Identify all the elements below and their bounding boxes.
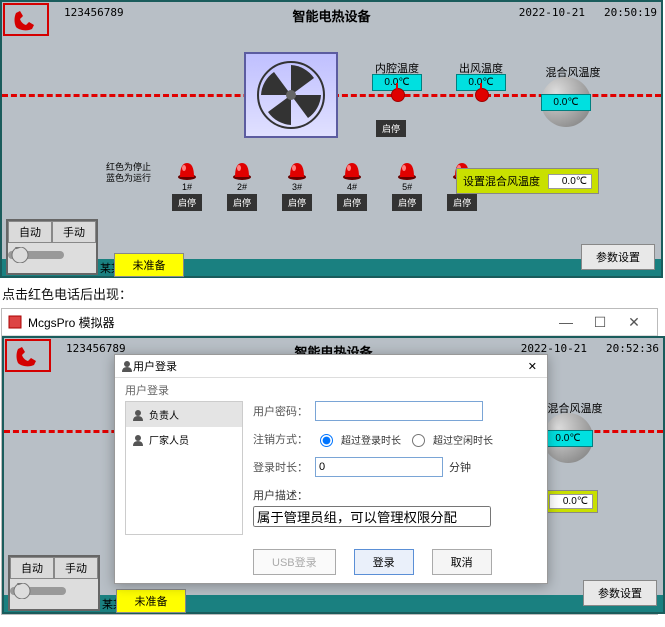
mode-switch-icon[interactable] bbox=[10, 583, 66, 599]
heater-row: 1#启停2#启停3#启停4#启停5#启停6#启停 bbox=[172, 160, 477, 211]
siren-icon bbox=[397, 160, 417, 180]
footer-bar: 某某有限公司 bbox=[4, 595, 663, 612]
param-settings-button[interactable]: 参数设置 bbox=[581, 244, 655, 270]
siren-icon bbox=[287, 160, 307, 180]
mode-manual-tab[interactable]: 手动 bbox=[52, 221, 96, 243]
password-label: 用户密码： bbox=[253, 403, 309, 419]
set-mix-temp-panel: 0.0℃ bbox=[544, 490, 598, 513]
inner-temp-knob-icon bbox=[391, 88, 405, 102]
siren-icon bbox=[232, 160, 252, 180]
mix-gauge-icon: 0.0℃ bbox=[541, 77, 591, 127]
phone-button[interactable] bbox=[5, 339, 51, 372]
heater-label: 4# bbox=[347, 182, 357, 192]
heater-label: 1# bbox=[182, 182, 192, 192]
user-role-item[interactable]: 厂家人员 bbox=[126, 427, 242, 452]
user-role-label: 负责人 bbox=[149, 407, 179, 422]
heater-unit-3: 3# 启停 bbox=[282, 160, 312, 211]
heater-label: 2# bbox=[237, 182, 247, 192]
user-desc-input[interactable] bbox=[253, 506, 491, 527]
param-settings-button[interactable]: 参数设置 bbox=[583, 580, 657, 606]
mix-temp-value: 0.0℃ bbox=[543, 430, 593, 447]
logout-radio-duration-label: 超过登录时长 bbox=[341, 432, 401, 447]
window-close-button[interactable]: ✕ bbox=[617, 310, 651, 334]
header-time: 20:52:36 bbox=[606, 342, 659, 355]
window-minimize-button[interactable]: — bbox=[549, 310, 583, 334]
user-desc-label: 用户描述： bbox=[253, 487, 537, 503]
login-duration-label: 登录时长： bbox=[253, 459, 309, 475]
heater-label: 3# bbox=[292, 182, 302, 192]
user-role-label: 厂家人员 bbox=[149, 432, 189, 447]
hmi-screen-top: 123456789 智能电热设备 2022-10-21 20:50:19 启停 … bbox=[0, 0, 663, 278]
mode-auto-tab[interactable]: 自动 bbox=[8, 221, 52, 243]
set-mix-temp-input[interactable]: 0.0℃ bbox=[549, 494, 593, 509]
user-role-list: 负责人厂家人员 bbox=[125, 401, 243, 535]
set-mix-temp-input[interactable]: 0.0℃ bbox=[548, 174, 592, 189]
legend-line2: 蓝色为运行 bbox=[106, 173, 151, 184]
logout-radio-idle-label: 超过空闲时长 bbox=[433, 432, 493, 447]
window-title: McgsPro 模拟器 bbox=[28, 314, 115, 331]
header-time: 20:50:19 bbox=[604, 6, 657, 19]
mode-panel: 自动 手动 bbox=[8, 555, 100, 611]
fan-display bbox=[244, 52, 338, 138]
heater-label: 5# bbox=[402, 182, 412, 192]
login-dialog: 用户登录 ✕ 用户登录 负责人厂家人员 用户密码： 注销方式： 超过登录时长 超… bbox=[114, 354, 548, 584]
legend: 红色为停止 蓝色为运行 bbox=[106, 162, 151, 184]
phone-icon bbox=[13, 344, 43, 368]
app-icon bbox=[8, 315, 22, 329]
login-title-icon bbox=[121, 360, 133, 372]
phone-button[interactable] bbox=[3, 3, 49, 36]
legend-line1: 红色为停止 bbox=[106, 162, 151, 173]
window-maximize-button[interactable]: ☐ bbox=[583, 310, 617, 334]
mix-gauge-icon: 0.0℃ bbox=[543, 413, 593, 463]
header-date: 2022-10-21 bbox=[519, 6, 585, 19]
logout-radio-idle[interactable] bbox=[412, 434, 425, 447]
mode-auto-tab[interactable]: 自动 bbox=[10, 557, 54, 579]
cancel-button[interactable]: 取消 bbox=[432, 549, 492, 575]
annotation-text: 点击红色电话后出现： bbox=[0, 278, 665, 307]
set-mix-temp-panel: 设置混合风温度 0.0℃ bbox=[456, 168, 599, 194]
user-icon bbox=[132, 434, 144, 446]
mix-temp-value: 0.0℃ bbox=[541, 94, 591, 111]
siren-icon bbox=[342, 160, 362, 180]
logout-mode-label: 注销方式： bbox=[253, 431, 309, 447]
usb-login-button[interactable]: USB登录 bbox=[253, 549, 336, 575]
hmi-screen-bottom: 123456789 智能电热设备 2022-10-21 20:52:36 混合风… bbox=[2, 336, 665, 614]
heater-unit-2: 2# 启停 bbox=[227, 160, 257, 211]
login-subtitle: 用户登录 bbox=[125, 382, 169, 398]
simulator-window: McgsPro 模拟器 — ☐ ✕ 123456789 智能电热设备 2022-… bbox=[1, 308, 658, 615]
fan-icon bbox=[256, 60, 326, 130]
heater-startstop-button[interactable]: 启停 bbox=[172, 194, 202, 211]
heater-unit-4: 4# 启停 bbox=[337, 160, 367, 211]
footer-bar: 某某有限公司 bbox=[2, 259, 661, 276]
user-role-item[interactable]: 负责人 bbox=[126, 402, 242, 427]
ready-status: 未准备 bbox=[116, 589, 186, 613]
login-dialog-title: 用户登录 bbox=[133, 358, 177, 374]
ready-status: 未准备 bbox=[114, 253, 184, 277]
siren-icon bbox=[177, 160, 197, 180]
heater-startstop-button[interactable]: 启停 bbox=[392, 194, 422, 211]
heater-unit-1: 1# 启停 bbox=[172, 160, 202, 211]
heater-startstop-button[interactable]: 启停 bbox=[227, 194, 257, 211]
mode-panel: 自动 手动 bbox=[6, 219, 98, 275]
outlet-temp-knob-icon bbox=[475, 88, 489, 102]
login-dialog-close-button[interactable]: ✕ bbox=[524, 360, 541, 373]
login-duration-input[interactable] bbox=[315, 457, 443, 477]
login-duration-unit: 分钟 bbox=[449, 459, 471, 475]
set-mix-temp-label: 设置混合风温度 bbox=[463, 173, 540, 189]
heater-startstop-button[interactable]: 启停 bbox=[337, 194, 367, 211]
mode-manual-tab[interactable]: 手动 bbox=[54, 557, 98, 579]
fan-startstop-button[interactable]: 启停 bbox=[376, 120, 406, 137]
heater-startstop-button[interactable]: 启停 bbox=[282, 194, 312, 211]
mode-switch-icon[interactable] bbox=[8, 247, 64, 263]
login-button[interactable]: 登录 bbox=[354, 549, 414, 575]
password-input[interactable] bbox=[315, 401, 483, 421]
phone-icon bbox=[11, 8, 41, 32]
user-icon bbox=[132, 409, 144, 421]
heater-startstop-button[interactable]: 启停 bbox=[447, 194, 477, 211]
heater-unit-5: 5# 启停 bbox=[392, 160, 422, 211]
logout-radio-duration[interactable] bbox=[320, 434, 333, 447]
